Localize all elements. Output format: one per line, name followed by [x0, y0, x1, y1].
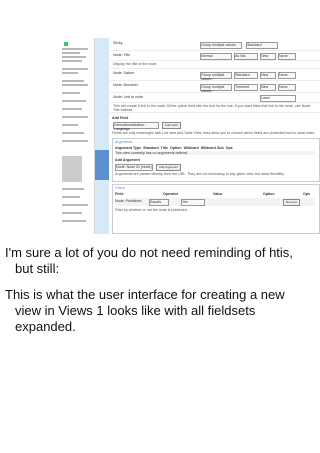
sidebar-line	[62, 48, 88, 50]
option-select[interactable]: Standard	[234, 72, 258, 79]
sidebar-line	[62, 116, 88, 118]
handler-select[interactable]: Normal	[200, 53, 232, 60]
add-field-heading: Add Field	[112, 116, 129, 120]
help-row: Display the title of the node.	[110, 62, 320, 69]
sidebar-block	[62, 156, 82, 182]
sidebar-line	[62, 108, 82, 110]
sidebar-line	[62, 68, 88, 70]
option-select[interactable]: Standard	[246, 42, 278, 49]
argument-select[interactable]: Node: Node ID (Node)	[115, 164, 153, 171]
sidebar-line	[62, 212, 82, 214]
handler-select[interactable]: Group multiple values	[200, 72, 232, 81]
scrollbar-thumb[interactable]	[95, 150, 109, 180]
field-row: Node: Benutzer Group multiple values Tri…	[110, 82, 320, 93]
sidebar-line	[62, 80, 84, 82]
help-row: This will create a link to the node; fil…	[110, 104, 320, 113]
add-argument-heading: Add Argument	[115, 158, 140, 162]
sidebar-line	[62, 60, 82, 62]
value-select[interactable]: Yes	[181, 199, 205, 206]
field-name: Node: Benutzer	[113, 83, 138, 87]
field-name: Sticky	[113, 41, 123, 45]
add-field-button[interactable]: Add Field	[162, 122, 181, 129]
label-input[interactable]: Label	[260, 95, 296, 102]
arguments-header: Argument Type Standard Title Option Wild…	[115, 146, 233, 150]
sidebar-line	[62, 196, 80, 198]
default-sort-select[interactable]: None	[278, 84, 296, 91]
filter-help: Filter by whether or not the node is pub…	[115, 208, 188, 212]
sidebar-line	[62, 132, 84, 134]
default-sort-select[interactable]: None	[278, 72, 296, 79]
filter-row: Node: Published Equals Yes Remove	[115, 198, 315, 206]
sort-select[interactable]: New	[260, 84, 276, 91]
operator-select[interactable]: Equals	[149, 199, 169, 206]
help-text: Display the title of the node.	[113, 62, 158, 66]
screenshot: Sticky Group multiple values Standard No…	[58, 38, 320, 234]
sidebar-line	[62, 56, 86, 58]
option-select[interactable]: Trimmed	[234, 84, 258, 91]
sidebar-line	[62, 124, 78, 126]
field-row: Node: Title Normal As link New None	[110, 52, 320, 61]
help-text: This will create a link to the node; fil…	[113, 104, 312, 113]
caption-paragraph: This is what the user interface for crea…	[5, 287, 285, 334]
status-icon	[64, 42, 68, 46]
admin-sidebar	[58, 38, 95, 234]
arguments-help: Arguments are parsed directly from the U…	[115, 172, 285, 176]
option-select[interactable]: As link	[234, 53, 258, 60]
default-sort-select[interactable]: None	[278, 53, 296, 60]
sidebar-line	[62, 100, 86, 102]
no-arguments-row: This view currently has no arguments def…	[115, 151, 315, 156]
fields-help: Fields are only meaningful with List vie…	[112, 131, 316, 135]
sidebar-line	[62, 52, 80, 54]
filters-fieldset: Filters Field Operator Value Option Ops …	[112, 184, 320, 234]
field-name: Node: Datum	[113, 71, 135, 75]
field-name: Node: Link to node	[113, 95, 144, 99]
sidebar-line	[62, 204, 88, 206]
scrollbar-track[interactable]	[95, 38, 109, 234]
views-edit-panel: Sticky Group multiple values Standard No…	[110, 38, 320, 234]
caption-paragraph: I'm sure a lot of you do not need remind…	[5, 245, 293, 276]
sidebar-line	[62, 188, 84, 190]
add-argument-button[interactable]: Add Argument	[156, 164, 182, 171]
handler-select[interactable]: Group multiple values	[200, 84, 232, 93]
sidebar-line	[62, 140, 88, 142]
handler-select[interactable]: Group multiple values	[200, 42, 242, 49]
arguments-fieldset: Arguments Argument Type Standard Title O…	[112, 138, 320, 182]
sidebar-line	[62, 220, 86, 222]
sort-select[interactable]: New	[260, 53, 276, 60]
field-row: Node: Datum Group multiple values Standa…	[110, 70, 320, 81]
remove-filter-button[interactable]: Remove	[283, 199, 301, 206]
field-row: Node: Link to node Label	[110, 94, 320, 103]
sidebar-line	[62, 84, 88, 86]
add-field-select[interactable]: Internationalization: Language	[113, 122, 159, 131]
sidebar-line	[62, 72, 78, 74]
filters-legend[interactable]: Filters	[115, 186, 125, 190]
field-row: Sticky Group multiple values Standard	[110, 40, 320, 51]
field-name: Node: Title	[113, 53, 131, 57]
caption: I'm sure a lot of you do not need remind…	[5, 245, 310, 345]
arguments-legend[interactable]: Arguments	[115, 140, 132, 144]
sort-select[interactable]: New	[260, 72, 276, 79]
sidebar-line	[62, 92, 80, 94]
